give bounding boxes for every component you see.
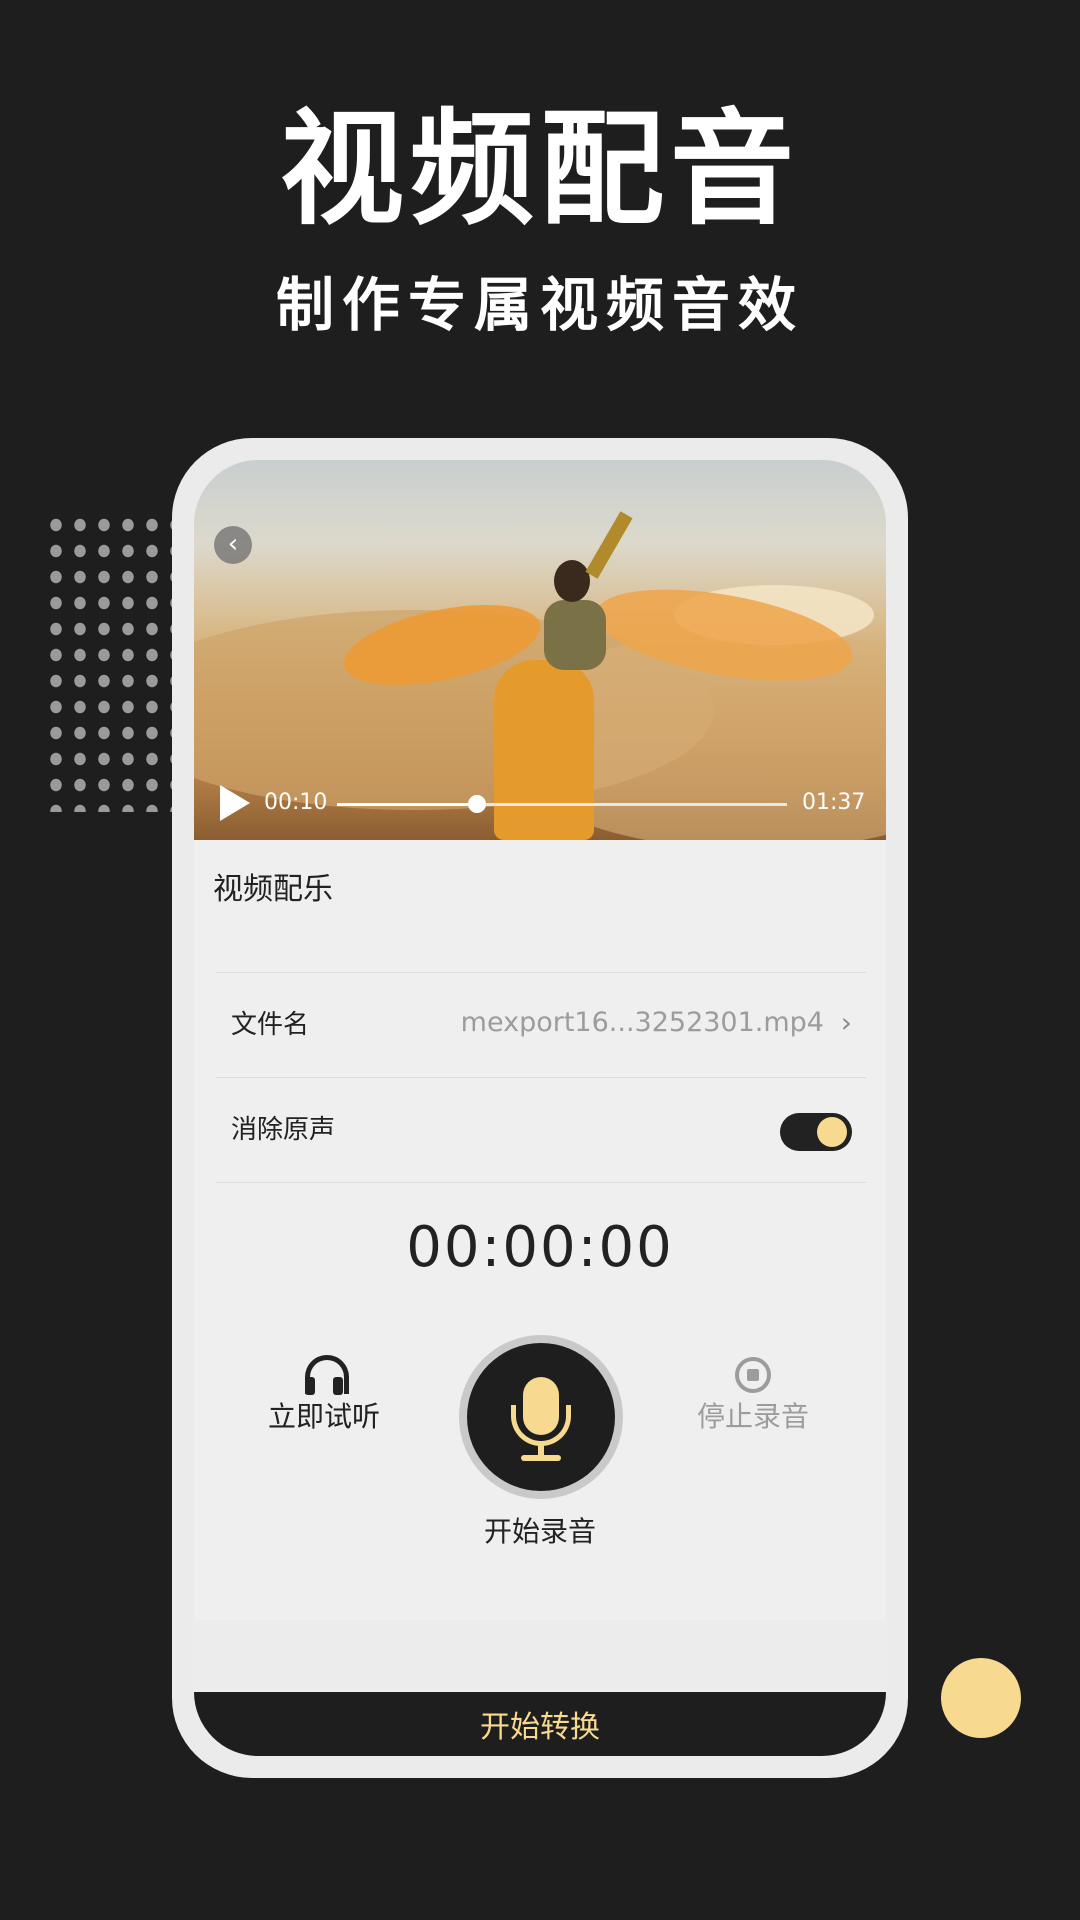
stop-recording-label: 停止录音 xyxy=(696,1400,809,1433)
video-scene-dancer xyxy=(494,660,594,840)
file-name-value: mexport16...3252301.mp4 xyxy=(460,1007,824,1038)
promo-title: 视频配音 xyxy=(279,98,800,242)
chevron-right-icon: › xyxy=(840,1006,852,1039)
progress-handle[interactable] xyxy=(467,795,486,813)
video-scene-lute xyxy=(585,511,633,579)
record-button[interactable] xyxy=(459,1335,623,1499)
stop-icon xyxy=(735,1357,771,1393)
phone-frame: ‹ 00:10 01:37 视频配乐 文件名 mexport16...32523… xyxy=(172,438,908,1778)
record-button-core xyxy=(467,1343,615,1491)
remove-original-audio-row: 消除原声 xyxy=(216,1077,866,1183)
listen-button[interactable]: 立即试听 xyxy=(264,1355,384,1437)
play-icon[interactable] xyxy=(220,785,250,821)
headphone-icon xyxy=(303,1355,349,1395)
listen-label: 立即试听 xyxy=(267,1400,380,1433)
phone-screen: ‹ 00:10 01:37 视频配乐 文件名 mexport16...32523… xyxy=(194,460,886,1756)
record-label: 开始录音 xyxy=(483,1515,596,1548)
current-time: 00:10 xyxy=(264,790,328,815)
file-name-row[interactable]: 文件名 mexport16...3252301.mp4 › xyxy=(216,972,866,1077)
footer-spacer xyxy=(194,1620,886,1690)
video-scene-dancer-torso xyxy=(544,600,606,670)
video-player[interactable]: ‹ 00:10 01:37 xyxy=(194,460,886,840)
decorative-yellow-circle xyxy=(941,1658,1021,1738)
progress-bar[interactable] xyxy=(337,795,787,813)
section-title: 视频配乐 xyxy=(213,872,333,907)
start-convert-button[interactable]: 开始转换 xyxy=(194,1692,886,1756)
progress-fill xyxy=(337,803,477,806)
stop-recording-button[interactable]: 停止录音 xyxy=(688,1355,818,1437)
remove-original-audio-toggle[interactable] xyxy=(780,1113,852,1151)
back-icon[interactable]: ‹ xyxy=(214,526,252,564)
file-name-label: 文件名 xyxy=(231,1010,310,1040)
decorative-dot-grid xyxy=(44,512,179,812)
toggle-knob xyxy=(817,1117,847,1147)
video-scene-dancer-head xyxy=(554,560,590,602)
promo-subtitle: 制作专属视频音效 xyxy=(275,271,804,339)
total-time: 01:37 xyxy=(802,790,866,815)
remove-original-audio-label: 消除原声 xyxy=(231,1115,336,1145)
recording-timer: 00:00:00 xyxy=(406,1215,674,1280)
